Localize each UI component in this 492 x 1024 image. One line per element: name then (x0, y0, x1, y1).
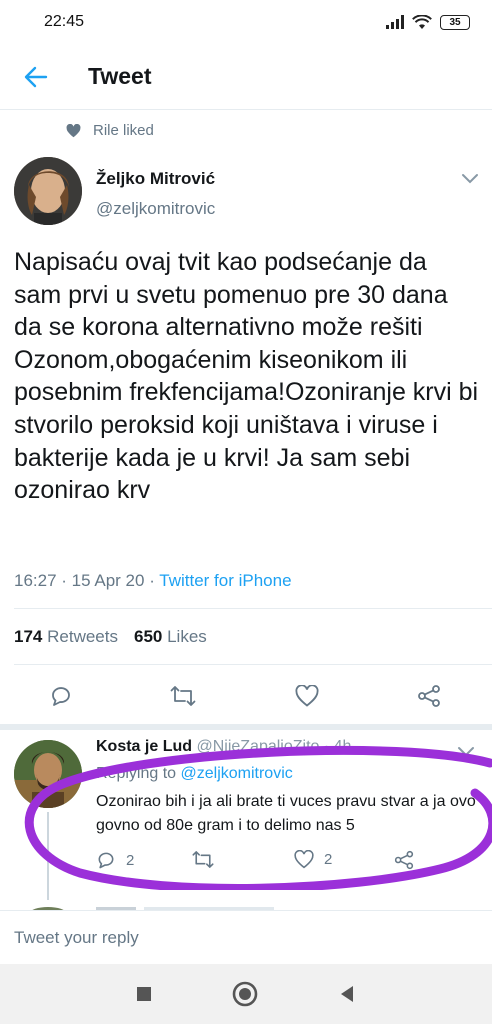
home-button[interactable] (227, 976, 263, 1012)
tweet-date: 15 Apr 20 (71, 571, 145, 590)
reply-icon (52, 687, 70, 706)
chevron-down-icon[interactable] (456, 744, 476, 758)
reply-retweet-button[interactable] (192, 850, 214, 869)
replying-to: Replying to @zeljkomitrovic (96, 765, 293, 783)
page-title: Tweet (88, 63, 152, 89)
chevron-down-icon[interactable] (460, 171, 480, 185)
tweet-actions (0, 674, 492, 718)
reply-tweet[interactable]: Kosta je Lud @NijeZapalioZito · 4h Reply… (0, 730, 492, 900)
retweets-count: 174 (14, 627, 43, 646)
reply-author-name[interactable]: Kosta je Lud (96, 738, 192, 755)
like-icon (295, 685, 319, 707)
reply-avatar[interactable] (14, 740, 82, 808)
top-bar: Tweet (0, 44, 492, 110)
tweet-meta: 16:27 · 15 Apr 20 · Twitter for iPhone (14, 571, 292, 591)
author-avatar[interactable] (14, 157, 82, 225)
square-icon (137, 987, 151, 1001)
share-button[interactable] (407, 674, 451, 718)
engagement-counts: 174 Retweets 650 Likes (14, 627, 207, 647)
status-time: 22:45 (44, 13, 85, 30)
reply-header: Kosta je Lud @NijeZapalioZito · 4h (96, 738, 351, 756)
tweet-text: Napisaću ovaj tvit kao podsećanje da sam… (14, 248, 479, 505)
heart-icon (66, 123, 81, 137)
status-icons: 35 (386, 14, 470, 30)
reply-composer (0, 910, 492, 964)
reply-share-button[interactable] (394, 850, 414, 870)
reply-age: 4h (333, 738, 352, 755)
retweet-icon (170, 686, 196, 706)
next-reply-partial (14, 900, 492, 910)
reply-icon (98, 852, 114, 869)
wifi-icon (412, 14, 432, 29)
tweet-time: 16:27 (14, 571, 57, 590)
social-context-text: Rile liked (93, 122, 154, 139)
meta-separator: · (61, 571, 72, 590)
retweet-button[interactable] (161, 674, 205, 718)
back-button[interactable] (329, 976, 365, 1012)
reply-like-button[interactable]: 2 (294, 850, 332, 869)
social-context: Rile liked (66, 122, 154, 139)
reply-input[interactable] (14, 927, 454, 948)
tweet-source-link[interactable]: Twitter for iPhone (159, 571, 291, 590)
reply-author-handle[interactable]: @NijeZapalioZito (196, 738, 319, 755)
tweet-author: Željko Mitrović @zeljkomitrovic (14, 157, 480, 229)
battery-icon: 35 (440, 14, 470, 30)
reply-button[interactable] (39, 674, 83, 718)
thread-line (47, 812, 49, 900)
likes-label: Likes (167, 627, 207, 646)
like-icon (294, 850, 314, 869)
circle-icon (232, 981, 258, 1007)
like-button[interactable] (285, 674, 329, 718)
divider (14, 664, 492, 665)
status-bar: 22:45 35 (0, 0, 492, 44)
retweets-stat[interactable]: 174 Retweets (14, 627, 118, 647)
reply-actions: 2 2 (96, 850, 436, 876)
signal-icon (386, 15, 404, 29)
system-nav-bar (0, 964, 492, 1024)
share-icon (418, 685, 440, 707)
back-arrow-icon[interactable] (14, 55, 58, 99)
reply-reply-count: 2 (126, 851, 135, 869)
share-icon (394, 850, 414, 870)
recents-button[interactable] (126, 976, 162, 1012)
author-name[interactable]: Željko Mitrović (96, 169, 215, 189)
reply-text: Ozonirao bih i ja ali brate ti vuces pra… (96, 793, 476, 834)
likes-stat[interactable]: 650 Likes (134, 627, 207, 647)
divider (14, 608, 492, 609)
replying-to-handle[interactable]: @zeljkomitrovic (181, 765, 293, 782)
reply-reply-button[interactable]: 2 (96, 850, 134, 870)
meta-separator: · (149, 571, 160, 590)
reply-separator: · (323, 738, 334, 755)
likes-count: 650 (133, 627, 163, 646)
triangle-back-icon (341, 986, 353, 1002)
retweet-icon (192, 851, 214, 868)
reply-like-count: 2 (324, 851, 333, 868)
replying-label: Replying to (96, 765, 177, 782)
retweets-label: Retweets (47, 627, 118, 646)
author-handle[interactable]: @zeljkomitrovic (96, 199, 215, 219)
